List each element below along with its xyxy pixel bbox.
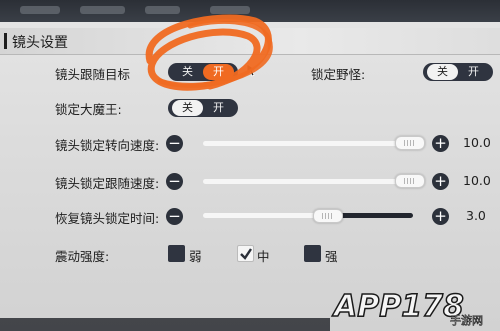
slider-thumb[interactable] (395, 136, 425, 150)
slider-thumb[interactable] (395, 174, 425, 188)
vibration-medium-label: 中 (257, 249, 270, 264)
toggle-on-option[interactable]: 开 (458, 64, 489, 80)
decrease-button[interactable]: − (166, 135, 183, 152)
slider-value: 3.0 (466, 208, 486, 223)
lock-boss-toggle[interactable]: 关 开 (168, 99, 238, 117)
slider-value: 10.0 (463, 135, 491, 150)
increase-button[interactable]: + (432, 208, 449, 225)
section-marker (4, 33, 7, 49)
slider-track[interactable] (203, 141, 413, 146)
blurred-tab (20, 6, 60, 14)
decrease-button[interactable]: − (166, 208, 183, 225)
slider-track[interactable] (203, 213, 413, 218)
lock-monster-label: 锁定野怪: (311, 67, 366, 82)
slider-label-turn-speed: 镜头锁定转向速度: (55, 138, 160, 153)
slider-track[interactable] (203, 179, 413, 184)
lock-boss-label: 锁定大魔王: (55, 102, 122, 117)
toggle-off-option[interactable]: 关 (172, 100, 203, 116)
bottom-bar (0, 318, 330, 331)
lock-monster-toggle[interactable]: 关 开 (423, 63, 493, 81)
slider-thumb[interactable] (313, 209, 343, 223)
toggle-off-option[interactable]: 关 (427, 64, 458, 80)
slider-label-restore-time: 恢复镜头锁定时间: (55, 211, 160, 226)
follow-target-label: 镜头跟随目标 (55, 67, 131, 82)
scribble-annotation (145, 14, 273, 91)
vibration-label: 震动强度: (55, 249, 110, 264)
vibration-weak-label: 弱 (189, 249, 202, 264)
toggle-on-option[interactable]: 开 (203, 100, 234, 116)
decrease-button[interactable]: − (166, 173, 183, 190)
increase-button[interactable]: + (432, 135, 449, 152)
vibration-weak-checkbox[interactable] (168, 245, 185, 262)
blurred-tab (80, 6, 125, 14)
watermark-text: APP178 (332, 289, 464, 324)
section-title: 镜头设置 (12, 35, 68, 51)
check-icon (240, 248, 252, 260)
slider-value: 10.0 (463, 173, 491, 188)
slider-label-follow-speed: 镜头锁定跟随速度: (55, 176, 160, 191)
vibration-medium-checkbox[interactable] (237, 245, 254, 262)
increase-button[interactable]: + (432, 173, 449, 190)
watermark-subtext: 手游网 (450, 313, 483, 327)
vibration-strong-checkbox[interactable] (304, 245, 321, 262)
watermark-logo: APP178 手游网 (331, 288, 483, 327)
vibration-strong-label: 强 (325, 249, 338, 264)
